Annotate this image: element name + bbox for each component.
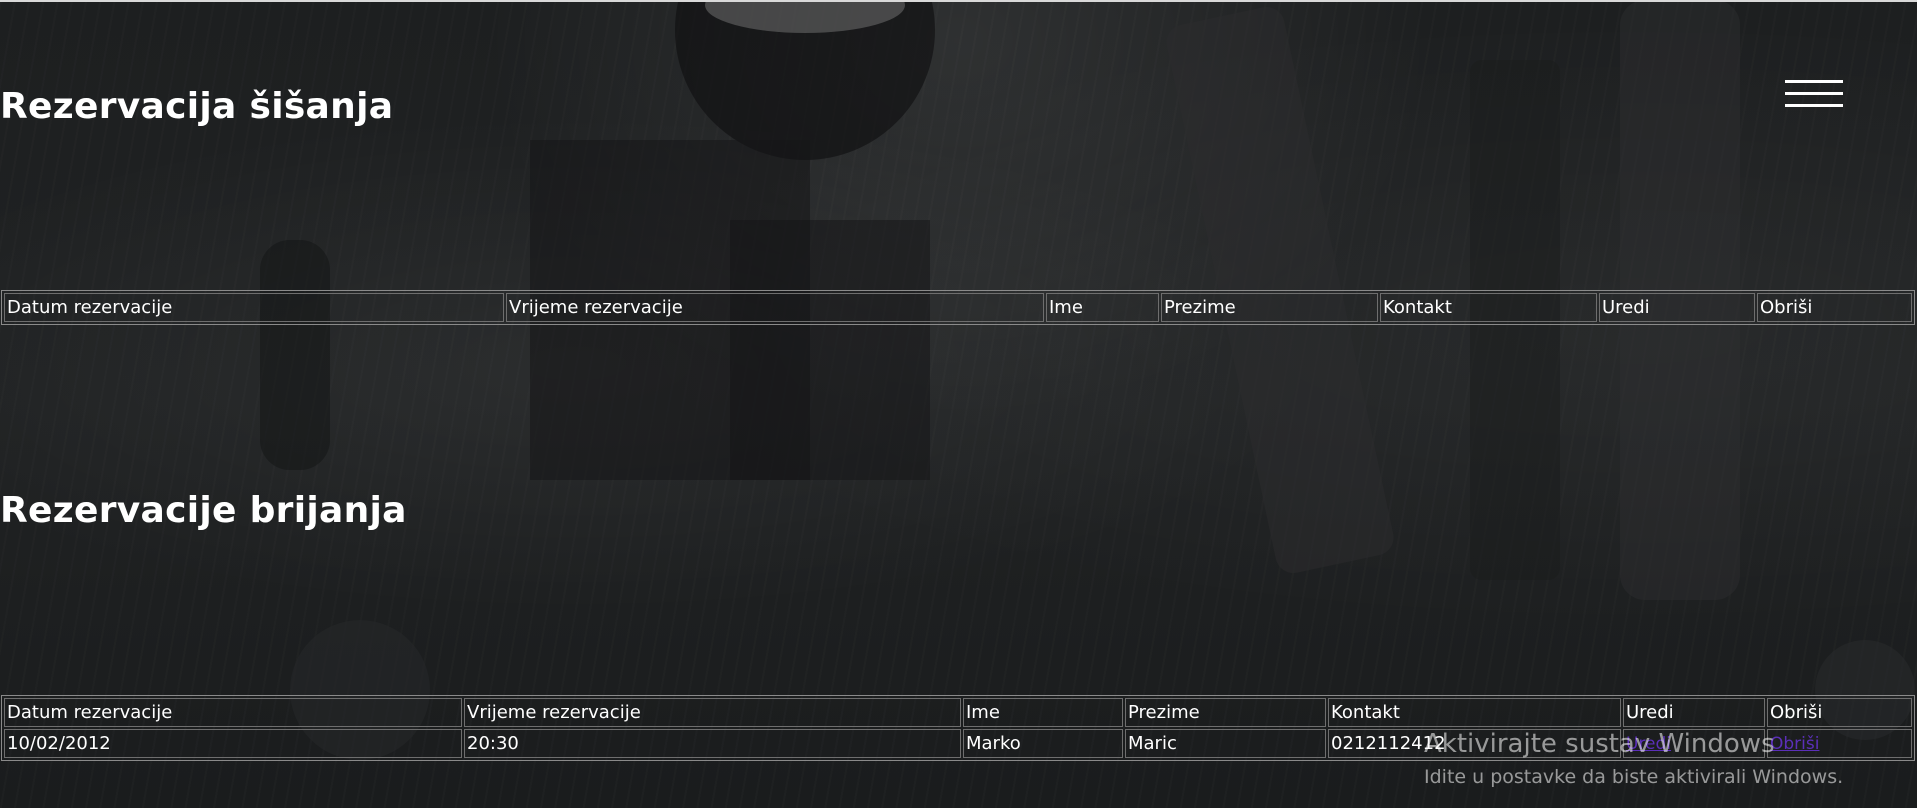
cell-edit: Uredi: [1623, 729, 1765, 758]
windows-activation-subtitle: Idite u postavke da biste aktivirali Win…: [1424, 766, 1844, 788]
column-header-time: Vrijeme rezervacije: [464, 698, 961, 727]
table-row: 10/02/2012 20:30 Marko Maric 0212112412 …: [4, 729, 1912, 758]
column-header-date: Datum rezervacije: [4, 293, 504, 322]
haircut-reservations-table: Datum rezervacije Vrijeme rezervacije Im…: [1, 290, 1915, 325]
column-header-edit: Uredi: [1599, 293, 1755, 322]
column-header-contact: Kontakt: [1328, 698, 1621, 727]
haircut-reservations-title: Rezervacija šišanja: [0, 86, 394, 127]
table-header-row: Datum rezervacije Vrijeme rezervacije Im…: [4, 293, 1912, 322]
hamburger-menu-icon-line: [1785, 80, 1843, 83]
cell-time: 20:30: [464, 729, 961, 758]
cell-first-name: Marko: [963, 729, 1123, 758]
column-header-last-name: Prezime: [1125, 698, 1326, 727]
cell-last-name: Maric: [1125, 729, 1326, 758]
column-header-first-name: Ime: [1046, 293, 1159, 322]
column-header-delete: Obriši: [1767, 698, 1912, 727]
delete-link[interactable]: Obriši: [1770, 734, 1819, 754]
column-header-date: Datum rezervacije: [4, 698, 462, 727]
column-header-delete: Obriši: [1757, 293, 1912, 322]
column-header-contact: Kontakt: [1380, 293, 1597, 322]
shave-reservations-table: Datum rezervacije Vrijeme rezervacije Im…: [1, 695, 1915, 761]
hamburger-menu-icon-line: [1785, 92, 1843, 95]
shave-reservations-title: Rezervacije brijanja: [0, 490, 407, 531]
column-header-edit: Uredi: [1623, 698, 1765, 727]
cell-date: 10/02/2012: [4, 729, 462, 758]
cell-delete: Obriši: [1767, 729, 1912, 758]
cell-contact: 0212112412: [1328, 729, 1621, 758]
menu-button[interactable]: [1785, 78, 1843, 110]
edit-link[interactable]: Uredi: [1626, 734, 1671, 754]
column-header-first-name: Ime: [963, 698, 1123, 727]
column-header-time: Vrijeme rezervacije: [506, 293, 1044, 322]
hamburger-menu-icon-line: [1785, 104, 1843, 107]
table-header-row: Datum rezervacije Vrijeme rezervacije Im…: [4, 698, 1912, 727]
column-header-last-name: Prezime: [1161, 293, 1378, 322]
